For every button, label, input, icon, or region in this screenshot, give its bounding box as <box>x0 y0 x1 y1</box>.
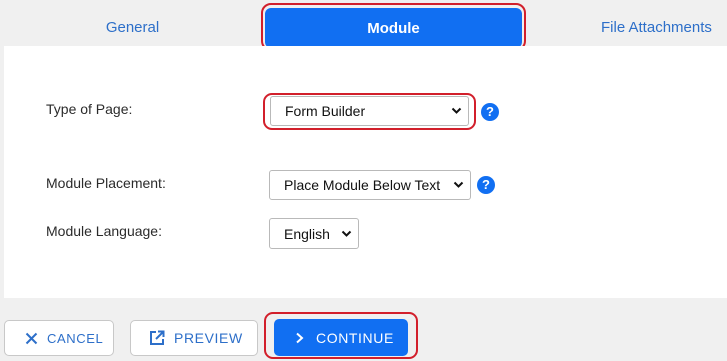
preview-label: PREVIEW <box>174 330 243 346</box>
tab-module-highlight <box>261 3 526 51</box>
preview-button[interactable]: PREVIEW <box>130 320 258 356</box>
tab-general-label: General <box>105 19 160 36</box>
chevron-down-icon <box>451 107 462 114</box>
cancel-button[interactable]: CANCEL <box>4 320 114 356</box>
type-of-page-label: Type of Page: <box>46 101 133 117</box>
module-placement-help-icon[interactable]: ? <box>477 176 495 194</box>
chevron-down-icon <box>341 230 352 237</box>
module-language-label: Module Language: <box>46 223 162 239</box>
module-placement-value: Place Module Below Text <box>284 177 441 193</box>
continue-button[interactable]: CONTINUE <box>274 319 408 356</box>
continue-label: CONTINUE <box>316 329 394 346</box>
chevron-down-icon <box>453 181 464 188</box>
module-placement-label: Module Placement: <box>46 175 166 191</box>
type-of-page-help-icon[interactable]: ? <box>481 103 499 121</box>
chevron-right-icon <box>296 332 304 343</box>
close-icon <box>25 332 38 344</box>
tab-file-attachments-label: File Attachments <box>601 19 712 36</box>
module-settings-panel: Type of Page: Form Builder ? Module Plac… <box>4 46 727 298</box>
module-placement-select[interactable]: Place Module Below Text <box>269 170 471 200</box>
type-of-page-select[interactable]: Form Builder <box>270 96 469 126</box>
type-of-page-value: Form Builder <box>285 103 366 119</box>
module-language-value: English <box>284 225 330 242</box>
module-language-select[interactable]: English <box>269 218 359 249</box>
cancel-label: CANCEL <box>47 330 104 346</box>
external-link-icon <box>150 330 165 345</box>
